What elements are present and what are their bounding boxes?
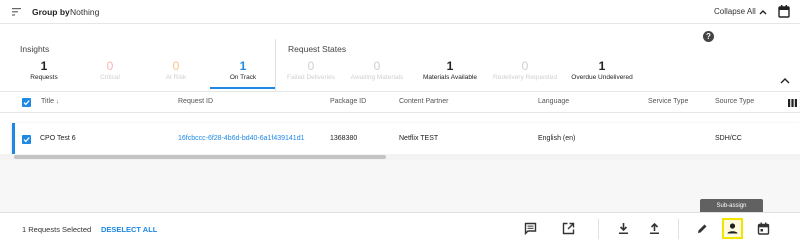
group-by-dropdown[interactable]: Nothing bbox=[70, 7, 99, 17]
metric-value: 0 bbox=[106, 59, 114, 73]
column-header-language[interactable]: Language bbox=[538, 98, 569, 105]
cell-request-id-link[interactable]: 16fcbccc-6f28-4b6d-bd40-6a1f439141d1 bbox=[178, 135, 305, 142]
cell-content-partner: Netflix TEST bbox=[399, 135, 439, 142]
check-icon bbox=[23, 100, 30, 106]
metric-redelivery-requested[interactable]: 0 Redelivery Requested bbox=[490, 59, 560, 83]
column-header-package-id[interactable]: Package ID bbox=[330, 98, 366, 105]
metric-label: At Risk bbox=[165, 74, 187, 81]
metric-label: Overdue Undelivered bbox=[571, 74, 633, 81]
metric-value: 1 bbox=[446, 59, 454, 73]
table-row[interactable]: CPO Test 6 16fcbccc-6f28-4b6d-bd40-6a1f4… bbox=[12, 123, 800, 155]
metric-value: 1 bbox=[40, 59, 48, 73]
collapse-all-button[interactable]: Collapse All bbox=[714, 7, 767, 16]
metric-value: 0 bbox=[307, 59, 315, 73]
select-all-checkbox[interactable] bbox=[22, 98, 31, 107]
column-header-title[interactable]: Title ↓ bbox=[41, 98, 59, 105]
edit-pencil-icon[interactable] bbox=[696, 222, 709, 235]
row-selected-indicator bbox=[12, 123, 15, 155]
sub-assign-button[interactable] bbox=[722, 218, 743, 239]
column-header-content-partner[interactable]: Content Partner bbox=[399, 98, 448, 105]
metric-failed-deliveries[interactable]: 0 Failed Deliveries bbox=[282, 59, 340, 83]
metric-value: 1 bbox=[239, 59, 247, 73]
metric-overdue-undelivered[interactable]: 1 Overdue Undelivered bbox=[566, 59, 638, 83]
filter-lines-icon[interactable] bbox=[12, 8, 21, 16]
help-icon[interactable]: ? bbox=[703, 31, 714, 42]
top-bar: Group by Nothing Collapse All bbox=[0, 0, 800, 24]
metric-value: 0 bbox=[172, 59, 180, 73]
column-label: Title bbox=[41, 98, 54, 105]
open-external-icon[interactable] bbox=[562, 222, 575, 235]
metric-awaiting-materials[interactable]: 0 Awaiting Materials bbox=[345, 59, 409, 83]
column-header-request-id[interactable]: Request ID bbox=[178, 98, 213, 105]
cell-title: CPO Test 6 bbox=[40, 135, 76, 142]
metric-label: Redelivery Requested bbox=[493, 74, 557, 81]
insights-title: Insights bbox=[20, 44, 50, 54]
metric-label: Awaiting Materials bbox=[350, 74, 404, 81]
metric-value: 0 bbox=[373, 59, 381, 73]
horizontal-scrollbar-thumb[interactable] bbox=[14, 155, 386, 159]
table-header: Title ↓ Request ID Package ID Content Pa… bbox=[0, 91, 800, 113]
metric-critical[interactable]: 0 Critical bbox=[90, 59, 130, 83]
cell-language: English (en) bbox=[538, 135, 576, 142]
metric-label: Requests bbox=[30, 74, 58, 81]
group-by-label: Group by bbox=[32, 7, 70, 17]
sort-arrow-icon: ↓ bbox=[55, 99, 59, 105]
calendar-icon[interactable] bbox=[757, 222, 770, 235]
row-checkbox[interactable] bbox=[22, 135, 31, 144]
collapse-insights-chevron-icon[interactable] bbox=[780, 77, 790, 85]
empty-area bbox=[0, 160, 800, 212]
comment-icon[interactable] bbox=[524, 222, 537, 235]
metric-materials-available[interactable]: 1 Materials Available bbox=[414, 59, 486, 83]
collapse-all-label: Collapse All bbox=[714, 7, 756, 16]
cell-source-type: SDH/CC bbox=[715, 135, 742, 142]
deselect-all-button[interactable]: DESELECT ALL bbox=[101, 225, 157, 234]
metric-value: 0 bbox=[521, 59, 529, 73]
divider bbox=[598, 219, 599, 239]
active-tab-indicator bbox=[210, 87, 276, 89]
chevron-up-icon bbox=[759, 9, 767, 14]
metric-label: On Track bbox=[229, 74, 257, 81]
metric-requests[interactable]: 1 Requests bbox=[22, 59, 66, 83]
footer-action-bar: 1 Requests Selected DESELECT ALL bbox=[0, 212, 800, 243]
column-header-source-type[interactable]: Source Type bbox=[715, 98, 754, 105]
metric-label: Failed Deliveries bbox=[286, 74, 336, 81]
metric-on-track[interactable]: 1 On Track bbox=[216, 59, 270, 83]
column-header-service-type[interactable]: Service Type bbox=[648, 98, 688, 105]
upload-icon[interactable] bbox=[648, 222, 661, 235]
metric-label: Critical bbox=[100, 74, 120, 81]
divider bbox=[275, 39, 276, 91]
calendar-icon[interactable] bbox=[778, 5, 790, 18]
columns-icon[interactable] bbox=[788, 99, 797, 107]
person-icon bbox=[727, 223, 738, 234]
check-icon bbox=[23, 137, 30, 143]
download-icon[interactable] bbox=[617, 222, 630, 235]
metric-value: 1 bbox=[598, 59, 606, 73]
request-states-title: Request States bbox=[288, 44, 347, 54]
cell-package-id: 1368380 bbox=[330, 135, 358, 142]
selection-count: 1 Requests Selected bbox=[22, 225, 92, 234]
insights-panel: Insights Request States 1 Requests 0 Cri… bbox=[0, 25, 800, 91]
metric-at-risk[interactable]: 0 At Risk bbox=[156, 59, 196, 83]
divider bbox=[678, 219, 679, 239]
metric-label: Materials Available bbox=[422, 74, 478, 81]
